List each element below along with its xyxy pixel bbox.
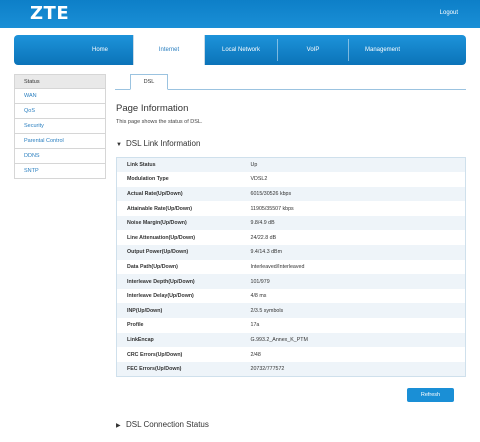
row-label: Profile [116, 318, 241, 333]
nav-tab-management[interactable]: Management [349, 35, 416, 65]
dsl-connection-section-toggle[interactable]: ▶ DSL Connection Status [116, 420, 209, 429]
row-value: 101/979 [240, 274, 466, 289]
refresh-button[interactable]: Refresh [407, 388, 454, 402]
page-title: Page Information [116, 103, 189, 114]
row-value: 17a [240, 318, 466, 333]
row-value: Up [240, 157, 466, 173]
nav-tab-voip[interactable]: VoIP [278, 35, 348, 65]
row-value: G.993.2_Annex_K_PTM [240, 332, 466, 348]
row-value: 9.4/14.3 dBm [240, 245, 466, 260]
row-value: Interleaved/Interleaved [240, 259, 466, 275]
main-nav: Home Internet Local Network VoIP Managem… [14, 35, 466, 65]
row-value: 9.8/4.9 dB [240, 215, 466, 231]
section-title: DSL Link Information [126, 139, 201, 148]
zte-logo: ZTE [30, 3, 70, 24]
row-value: VDSL2 [240, 172, 466, 187]
table-row: Noise Margin(Up/Down) 9.8/4.9 dB [116, 215, 466, 231]
row-label: FEC Errors(Up/Down) [116, 361, 241, 377]
row-label: CRC Errors(Up/Down) [116, 347, 241, 362]
sidebar-item-sntp[interactable]: SNTP [14, 164, 106, 179]
tab-dsl[interactable]: DSL [130, 74, 168, 90]
nav-tab-home[interactable]: Home [70, 35, 130, 65]
dsl-link-section-toggle[interactable]: ▼ DSL Link Information [116, 139, 200, 148]
page-description: This page shows the status of DSL. [116, 119, 203, 125]
row-value: 6015/30526 kbps [240, 186, 466, 202]
table-row: CRC Errors(Up/Down) 2/48 [116, 347, 466, 362]
sidebar-menu: Status WAN QoS Security Parental Control… [14, 74, 106, 179]
row-label: Link Status [116, 157, 241, 173]
row-label: LinkEncap [116, 332, 241, 348]
row-label: Modulation Type [116, 172, 241, 187]
table-row: Profile 17a [116, 318, 466, 333]
nav-tab-local-network[interactable]: Local Network [205, 35, 277, 65]
top-header: ZTE Logout [0, 0, 480, 28]
row-value: 2/3.5 symbols [240, 303, 466, 319]
table-row: Actual Rate(Up/Down) 6015/30526 kbps [116, 186, 466, 202]
table-row: Output Power(Up/Down) 9.4/14.3 dBm [116, 245, 466, 260]
row-value: 20732/777572 [240, 361, 466, 377]
triangle-down-icon: ▼ [116, 142, 122, 148]
sub-tab-bar: DSL [115, 74, 466, 90]
section-title: DSL Connection Status [126, 420, 209, 429]
table-row: Data Path(Up/Down) Interleaved/Interleave… [116, 259, 466, 275]
row-label: Data Path(Up/Down) [116, 259, 241, 275]
row-label: Noise Margin(Up/Down) [116, 215, 241, 231]
row-label: Interleave Depth(Up/Down) [116, 274, 241, 289]
row-value: 4/8 ms [240, 288, 466, 304]
row-value: 24/22.8 dB [240, 230, 466, 246]
sidebar-item-parental-control[interactable]: Parental Control [14, 134, 106, 149]
table-row: FEC Errors(Up/Down) 20732/777572 [116, 361, 466, 377]
row-label: Attainable Rate(Up/Down) [116, 201, 241, 216]
sidebar-item-qos[interactable]: QoS [14, 104, 106, 119]
row-label: Actual Rate(Up/Down) [116, 186, 241, 202]
row-label: INP(Up/Down) [116, 303, 241, 319]
sidebar-item-ddns[interactable]: DDNS [14, 149, 106, 164]
table-row: Link Status Up [116, 157, 466, 173]
table-row: Interleave Delay(Up/Down) 4/8 ms [116, 288, 466, 304]
sidebar-item-security[interactable]: Security [14, 119, 106, 134]
sidebar-item-wan[interactable]: WAN [14, 89, 106, 104]
row-label: Line Attenuation(Up/Down) [116, 230, 241, 246]
sidebar-item-status[interactable]: Status [14, 74, 106, 89]
nav-tab-internet[interactable]: Internet [133, 35, 205, 65]
table-row: LinkEncap G.993.2_Annex_K_PTM [116, 332, 466, 348]
logout-link[interactable]: Logout [440, 10, 458, 16]
table-row: Attainable Rate(Up/Down) 11905/35507 kbps [116, 201, 466, 216]
row-value: 11905/35507 kbps [240, 201, 466, 216]
table-row: Interleave Depth(Up/Down) 101/979 [116, 274, 466, 289]
table-row: Line Attenuation(Up/Down) 24/22.8 dB [116, 230, 466, 246]
table-row: Modulation Type VDSL2 [116, 172, 466, 187]
table-row: INP(Up/Down) 2/3.5 symbols [116, 303, 466, 319]
dsl-link-table: Link Status Up Modulation Type VDSL2 Actua… [116, 157, 466, 377]
row-label: Interleave Delay(Up/Down) [116, 288, 241, 304]
row-value: 2/48 [240, 347, 466, 362]
row-label: Output Power(Up/Down) [116, 245, 241, 260]
triangle-right-icon: ▶ [116, 423, 121, 429]
